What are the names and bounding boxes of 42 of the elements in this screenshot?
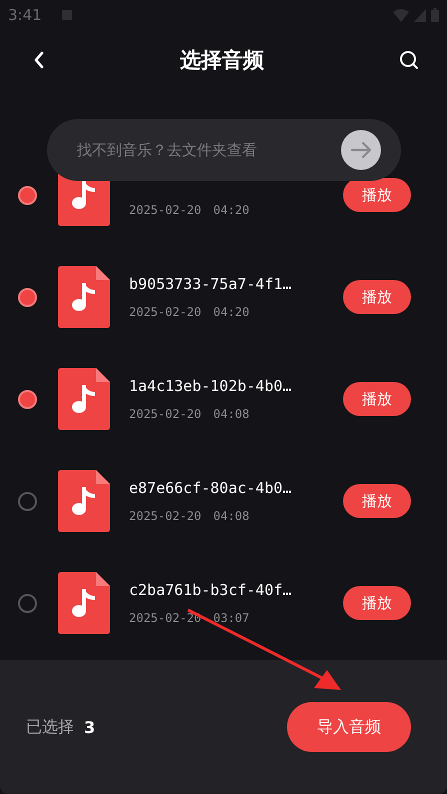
- file-time: 04:20: [213, 203, 250, 217]
- battery-icon: [431, 8, 439, 22]
- music-file-icon: [58, 572, 110, 634]
- folder-hint-text: 找不到音乐？去文件夹查看: [77, 140, 257, 160]
- wifi-icon: [393, 8, 409, 22]
- file-time: 04:08: [213, 509, 250, 523]
- file-name: c2ba761b-b3cf-40f…: [129, 581, 293, 599]
- select-radio[interactable]: [18, 492, 37, 510]
- file-name: b9053733-75a7-4f1…: [129, 275, 293, 293]
- select-radio[interactable]: [18, 186, 37, 204]
- file-date: 2025-02-20: [129, 203, 202, 217]
- signal-icon: [414, 8, 426, 22]
- select-radio[interactable]: [18, 288, 37, 306]
- arrow-button-icon[interactable]: [341, 130, 381, 170]
- import-button[interactable]: 导入音频: [287, 702, 411, 752]
- file-name: e87e66cf-80ac-4b0…: [129, 479, 293, 497]
- status-time: 3:41: [8, 6, 42, 24]
- music-file-icon: [58, 470, 110, 532]
- file-time: 04:08: [213, 407, 250, 421]
- back-icon[interactable]: [33, 51, 45, 69]
- file-time: 03:07: [213, 611, 250, 625]
- selected-label: 已选择: [26, 716, 74, 738]
- select-radio[interactable]: [18, 390, 37, 408]
- play-button[interactable]: 播放: [343, 586, 411, 620]
- notification-icon: [60, 9, 73, 21]
- play-button[interactable]: 播放: [343, 178, 411, 212]
- music-file-icon: [58, 368, 110, 430]
- play-button[interactable]: 播放: [343, 280, 411, 314]
- file-name: 1a4c13eb-102b-4b0…: [129, 377, 293, 395]
- file-date: 2025-02-20: [129, 509, 202, 523]
- file-time: 04:20: [213, 305, 250, 319]
- play-button[interactable]: 播放: [343, 484, 411, 518]
- folder-hint-bar[interactable]: 找不到音乐？去文件夹查看: [47, 119, 401, 181]
- select-radio[interactable]: [18, 594, 37, 612]
- search-icon[interactable]: [399, 50, 419, 70]
- file-date: 2025-02-20: [129, 407, 202, 421]
- play-button[interactable]: 播放: [343, 382, 411, 416]
- page-title: 选择音频: [180, 47, 264, 74]
- file-date: 2025-02-20: [129, 611, 202, 625]
- file-date: 2025-02-20: [129, 305, 202, 319]
- music-file-icon: [58, 266, 110, 328]
- selected-count: 3: [84, 718, 96, 736]
